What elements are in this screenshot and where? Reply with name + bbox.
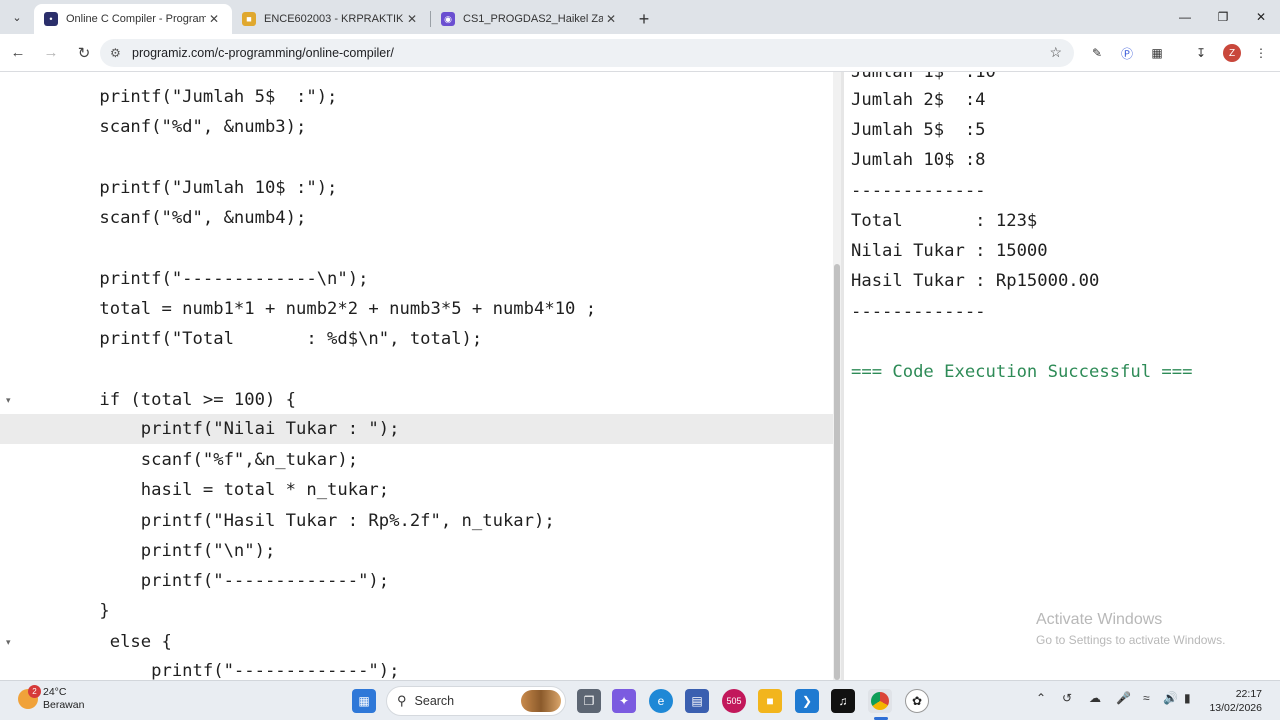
tab-ence602003[interactable]: ■ ENCE602003 - KRPRAKTIKUM2( ✕ xyxy=(232,4,430,34)
code-line[interactable]: total = numb1*1 + numb2*2 + numb3*5 + nu… xyxy=(0,294,833,324)
new-tab-plus-icon[interactable]: + xyxy=(629,4,659,34)
copilot-icon[interactable]: ✦ xyxy=(612,689,636,713)
download-icon[interactable]: ↧ xyxy=(1192,44,1210,62)
tab-online-c-compiler[interactable]: • Online C Compiler - Programiz ✕ xyxy=(34,4,232,34)
battery-icon[interactable]: ▮ xyxy=(1184,691,1191,705)
weather-widget[interactable]: 2 24°C Berawan xyxy=(18,685,85,712)
tab-close-icon[interactable]: ✕ xyxy=(603,12,619,26)
back-arrow-icon[interactable]: ← xyxy=(3,38,33,68)
output-panel[interactable]: Jumlah 1$ :10 Jumlah 2$ :4 Jumlah 5$ :5 … xyxy=(844,72,1280,680)
weather-sun-icon: 2 xyxy=(18,685,41,709)
editor-scrollbar-thumb[interactable] xyxy=(834,264,840,680)
volume-icon[interactable]: 🔊 xyxy=(1163,691,1178,705)
code-editor[interactable]: printf("Jumlah 5$ :"); scanf("%d", &numb… xyxy=(0,72,833,680)
bookmark-star-icon[interactable]: ☆ xyxy=(1049,44,1062,61)
chrome-icon[interactable] xyxy=(868,689,892,713)
tab-strip: ⌄ • Online C Compiler - Programiz ✕ ■ EN… xyxy=(0,0,1280,34)
output-line: ------------- xyxy=(851,302,986,322)
activate-windows-title: Activate Windows xyxy=(1036,611,1163,628)
code-line[interactable]: printf("Hasil Tukar : Rp%.2f", n_tukar); xyxy=(0,506,833,536)
tiktok-icon[interactable]: ♫ xyxy=(831,689,855,713)
execution-status-line: === Code Execution Successful === xyxy=(851,362,1193,382)
profile-avatar[interactable]: Z xyxy=(1223,44,1241,62)
code-line[interactable]: printf("Jumlah 10$ :"); xyxy=(0,173,833,203)
eye-favicon-icon: ◉ xyxy=(441,12,455,26)
code-line[interactable]: printf("Total : %d$\n", total); xyxy=(0,324,833,354)
minimize-icon[interactable]: — xyxy=(1166,0,1204,34)
restore-icon[interactable]: ❐ xyxy=(1204,0,1242,34)
wifi-icon[interactable]: ≈ xyxy=(1143,691,1150,705)
weather-badge: 2 xyxy=(28,685,41,698)
code-line[interactable]: hasil = total * n_tukar; xyxy=(0,475,833,505)
fold-arrow-icon[interactable]: ▾ xyxy=(6,627,11,657)
taskbar-clock[interactable]: 22:17 13/02/2026 xyxy=(1209,687,1262,715)
tray-cloud-icon[interactable]: ☁ xyxy=(1089,691,1101,705)
edge-browser-icon[interactable]: e xyxy=(649,689,673,713)
url-text: programiz.com/c-programming/online-compi… xyxy=(132,46,394,60)
activate-windows-subtitle: Go to Settings to activate Windows. xyxy=(1036,633,1226,647)
browser-toolbar: ← → ↻ ⚙ programiz.com/c-programming/onli… xyxy=(0,34,1280,72)
extensions-puzzle-icon[interactable]: ▦ xyxy=(1148,44,1166,62)
output-line: Jumlah 5$ :5 xyxy=(851,120,986,140)
address-bar[interactable]: ⚙ programiz.com/c-programming/online-com… xyxy=(100,39,1074,67)
tab-close-icon[interactable]: ✕ xyxy=(206,12,222,26)
output-line: Total : 123$ xyxy=(851,211,1038,231)
output-line: Hasil Tukar : Rp15000.00 xyxy=(851,271,1100,291)
tab-title: CS1_PROGDAS2_Haikel Zaki Nu xyxy=(463,13,603,25)
code-line[interactable]: } xyxy=(0,596,833,626)
code-line[interactable]: printf("-------------"); xyxy=(0,656,833,680)
extension-pen-icon[interactable]: ✎ xyxy=(1088,44,1106,62)
tab-title: Online C Compiler - Programiz xyxy=(66,13,206,25)
code-line[interactable]: ▾ else { xyxy=(0,627,833,657)
windows-taskbar: 2 24°C Berawan ▦ ⚲ Search ❐ ✦ e ▤ 505 ■ … xyxy=(0,680,1280,720)
output-line: ------------- xyxy=(851,181,986,201)
tray-chevron-icon[interactable]: ⌃ xyxy=(1036,691,1046,705)
fold-arrow-icon[interactable]: ▾ xyxy=(6,385,11,415)
tab-search-chevron-icon[interactable]: ⌄ xyxy=(0,0,34,34)
close-window-icon[interactable]: ✕ xyxy=(1242,0,1280,34)
code-line[interactable]: scanf("%d", &numb3); xyxy=(0,112,833,142)
microsoft-store-icon[interactable]: ▤ xyxy=(685,689,709,713)
search-highlight-art xyxy=(521,690,561,712)
weather-temperature: 24°C xyxy=(43,686,67,698)
tab-close-icon[interactable]: ✕ xyxy=(404,12,420,26)
taskbar-search[interactable]: ⚲ Search xyxy=(386,686,566,716)
extension-p-icon[interactable]: Ⓟ xyxy=(1118,44,1136,62)
code-line[interactable]: printf("Jumlah 5$ :"); xyxy=(0,82,833,112)
app-505-icon[interactable]: 505 xyxy=(722,689,746,713)
tray-sync-icon[interactable]: ↺ xyxy=(1062,691,1072,705)
clock-date: 13/02/2026 xyxy=(1209,702,1262,714)
tray-microphone-icon[interactable]: 🎤 xyxy=(1116,691,1131,705)
forward-arrow-icon[interactable]: → xyxy=(36,38,66,68)
search-label: Search xyxy=(414,694,455,708)
document-favicon-icon: ■ xyxy=(242,12,256,26)
output-line: Nilai Tukar : 15000 xyxy=(851,241,1048,261)
code-line[interactable]: ▾ if (total >= 100) { xyxy=(0,385,833,415)
code-line[interactable]: scanf("%d", &numb4); xyxy=(0,203,833,233)
start-windows-icon[interactable]: ▦ xyxy=(352,689,376,713)
site-info-icon[interactable]: ⚙ xyxy=(110,46,130,60)
weather-description: Berawan xyxy=(43,699,85,711)
tab-cs1-progdas2[interactable]: ◉ CS1_PROGDAS2_Haikel Zaki Nu ✕ xyxy=(431,4,629,34)
reload-icon[interactable]: ↻ xyxy=(69,38,99,68)
code-line[interactable]: printf("\n"); xyxy=(0,536,833,566)
search-icon: ⚲ xyxy=(397,693,407,708)
output-line: Jumlah 2$ :4 xyxy=(851,90,986,110)
chatgpt-icon[interactable]: ✿ xyxy=(905,689,929,713)
programiz-favicon-icon: • xyxy=(44,12,58,26)
task-view-icon[interactable]: ❐ xyxy=(577,689,601,713)
vscode-icon[interactable]: ❯ xyxy=(795,689,819,713)
tab-title: ENCE602003 - KRPRAKTIKUM2( xyxy=(264,13,404,25)
clock-time: 22:17 xyxy=(1235,688,1262,700)
code-line[interactable]: printf("-------------"); xyxy=(0,566,833,596)
code-line[interactable]: printf("-------------\n"); xyxy=(0,264,833,294)
code-line[interactable]: scanf("%f",&n_tukar); xyxy=(0,445,833,475)
menu-kebab-icon[interactable]: ⋮ xyxy=(1252,44,1270,62)
output-line: Jumlah 10$ :8 xyxy=(851,150,986,170)
file-explorer-icon[interactable]: ■ xyxy=(758,689,782,713)
code-line-active[interactable]: printf("Nilai Tukar : "); xyxy=(0,414,833,444)
